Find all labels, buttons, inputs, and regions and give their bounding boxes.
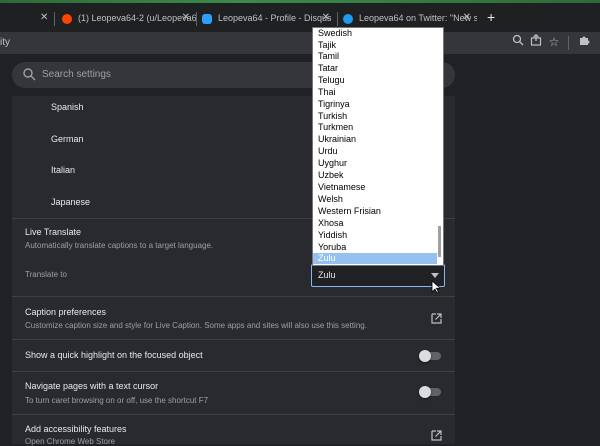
add-features-subtitle: Open Chrome Web Store <box>25 437 116 446</box>
dropdown-option[interactable]: Telugu <box>313 75 437 86</box>
toolbar-separator <box>568 36 569 50</box>
dropdown-option[interactable]: Tamil <box>313 51 437 62</box>
mouse-cursor-icon <box>431 280 440 294</box>
divider <box>12 371 455 372</box>
dropdown-option[interactable]: Uzbek <box>313 170 437 181</box>
chevron-down-icon <box>431 273 439 278</box>
caption-preferences-title: Caption preferences <box>25 307 107 317</box>
open-external-icon[interactable] <box>431 313 442 324</box>
dropdown-option[interactable]: Yiddish <box>313 230 437 241</box>
dropdown-option[interactable]: Tajik <box>313 40 437 51</box>
extensions-icon[interactable] <box>576 34 592 50</box>
zoom-icon[interactable] <box>510 34 526 50</box>
close-tab-icon[interactable]: ✕ <box>40 12 48 23</box>
dropdown-option[interactable]: Yoruba <box>313 242 437 253</box>
dropdown-option[interactable]: Tatar <box>313 63 437 74</box>
translate-to-select[interactable]: Zulu <box>311 264 445 287</box>
language-dropdown-list[interactable]: Swedish Tajik Tamil Tatar Telugu Thai Ti… <box>312 27 444 266</box>
close-tab-icon[interactable]: ✕ <box>322 12 330 23</box>
caret-browsing-subtitle: To turn caret browsing on or off, use th… <box>25 396 209 405</box>
new-tab-button[interactable]: + <box>487 9 495 25</box>
language-item: German <box>51 134 84 144</box>
live-translate-title: Live Translate <box>25 227 82 237</box>
dropdown-option[interactable]: Urdu <box>313 146 437 157</box>
tab-title: Leopeva64 - Profile - Disqus <box>218 13 332 23</box>
close-tab-icon[interactable]: ✕ <box>463 12 471 23</box>
dropdown-option-selected[interactable]: Zulu <box>313 253 437 264</box>
highlight-title: Show a quick highlight on the focused ob… <box>25 350 203 360</box>
tab-separator <box>54 12 55 26</box>
dropdown-option[interactable]: Turkmen <box>313 122 437 133</box>
caret-browsing-title: Navigate pages with a text cursor <box>25 381 159 391</box>
window-accent <box>0 0 600 3</box>
language-item: Italian <box>51 165 76 175</box>
dropdown-option[interactable]: Welsh <box>313 194 437 205</box>
selected-language: Zulu <box>318 270 336 280</box>
tab-title: (1) Leopeva64-2 (u/Leopeva64-2 <box>78 13 196 23</box>
dropdown-option[interactable]: Ukrainian <box>313 134 437 145</box>
search-placeholder: Search settings <box>42 69 111 80</box>
live-translate-subtitle: Automatically translate captions to a ta… <box>25 241 214 250</box>
dropdown-option[interactable]: Thai <box>313 87 437 98</box>
toggle-knob <box>419 386 431 398</box>
add-features-title: Add accessibility features <box>25 424 127 434</box>
tab-reddit[interactable]: (1) Leopeva64-2 (u/Leopeva64-2 ✕ <box>56 6 196 32</box>
dropdown-option[interactable]: Uyghur <box>313 158 437 169</box>
share-icon[interactable] <box>528 34 544 50</box>
caption-preferences-subtitle: Customize caption size and style for Liv… <box>25 321 367 330</box>
caret-browsing-toggle[interactable] <box>419 386 441 398</box>
divider <box>12 339 455 340</box>
tab-strip: ✕ (1) Leopeva64-2 (u/Leopeva64-2 ✕ Leope… <box>0 0 600 32</box>
open-external-icon[interactable] <box>431 430 442 441</box>
reddit-icon <box>62 14 72 24</box>
settings-header: Search settings <box>0 54 600 96</box>
dropdown-scrollbar[interactable] <box>438 226 441 257</box>
highlight-toggle[interactable] <box>419 350 441 362</box>
tab-title: Leopeva64 on Twitter: "New scre <box>359 13 477 23</box>
address-text[interactable]: ity <box>0 37 10 48</box>
language-item: Spanish <box>51 102 84 112</box>
address-bar: ity ☆ <box>0 32 600 54</box>
dropdown-option[interactable]: Swedish <box>313 28 437 39</box>
close-tab-icon[interactable]: ✕ <box>182 12 190 23</box>
twitter-icon <box>343 14 353 24</box>
dropdown-option[interactable]: Xhosa <box>313 218 437 229</box>
divider <box>12 414 455 415</box>
dropdown-option[interactable]: Turkish <box>313 111 437 122</box>
dropdown-option[interactable]: Vietnamese <box>313 182 437 193</box>
bookmark-star-icon[interactable]: ☆ <box>546 34 562 50</box>
search-icon <box>23 68 36 81</box>
translate-to-label: Translate to <box>25 270 67 279</box>
dropdown-option[interactable]: Western Frisian <box>313 206 437 217</box>
language-item: Japanese <box>51 197 91 207</box>
toggle-knob <box>419 350 431 362</box>
dropdown-option[interactable]: Tigrinya <box>313 99 437 110</box>
disqus-icon <box>202 14 212 24</box>
divider <box>12 296 455 297</box>
